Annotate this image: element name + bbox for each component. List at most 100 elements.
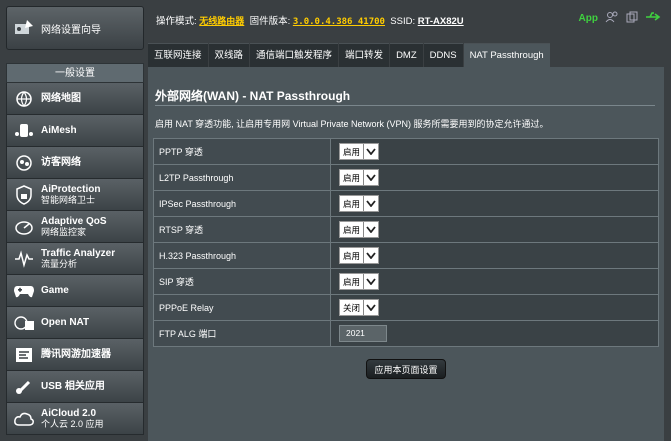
mode-link[interactable]: 无线路由器 <box>199 17 244 27</box>
sidebar-item-label: USB 相关应用 <box>41 381 105 392</box>
sidebar-item-subtitle: 流量分析 <box>41 258 78 269</box>
general-section-header: 一般设置 <box>6 63 144 83</box>
firmware-link[interactable]: 3.0.0.4.386_41700 <box>293 17 385 27</box>
users-icon[interactable] <box>605 11 619 26</box>
tab-0[interactable]: 互联网连接 <box>148 43 208 67</box>
sidebar-item-title: 腾讯网游加速器 <box>41 349 111 360</box>
sidebar-item-aimesh[interactable]: AiMesh <box>6 115 144 147</box>
gamepad-icon <box>7 283 41 299</box>
tab-2[interactable]: 通信端口触发程序 <box>250 43 339 67</box>
setting-select[interactable]: 关闭 <box>339 299 380 316</box>
setting-label: SIP 穿透 <box>153 268 331 295</box>
globe-icon <box>7 90 41 108</box>
sidebar-item-title: Traffic Analyzer <box>41 247 116 259</box>
setting-label: PPPoE Relay <box>153 294 331 321</box>
aimesh-icon <box>7 122 41 140</box>
sidebar-item-label: 腾讯网游加速器 <box>41 349 111 360</box>
setting-label: L2TP Passthrough <box>153 164 331 191</box>
top-icons: App <box>579 11 661 26</box>
sidebar-item-title: AiProtection <box>41 183 101 195</box>
usb-icon <box>7 378 41 396</box>
setting-select[interactable]: 启用 <box>339 273 380 290</box>
settings-row: L2TP Passthrough 启用 <box>153 164 659 191</box>
ssid-link[interactable]: RT-AX82U <box>418 16 464 27</box>
sidebar-item-usb[interactable]: USB 相关应用 <box>6 371 144 403</box>
settings-table: PPTP 穿透 启用 L2TP Passthrough 启用 IPSec Passthr… <box>153 138 659 347</box>
sidebar-item-title: AiCloud 2.0 <box>41 407 97 419</box>
app-link[interactable]: App <box>579 13 598 24</box>
sidebar-item-title: USB 相关应用 <box>41 381 105 392</box>
sidebar-item-waveform[interactable]: Traffic Analyzer 流量分析 <box>6 243 144 275</box>
setting-select[interactable]: 启用 <box>339 143 380 160</box>
sidebar-item-open-nat[interactable]: Open NAT <box>6 307 144 339</box>
sidebar-item-cloud[interactable]: AiCloud 2.0 个人云 2.0 应用 <box>6 403 144 435</box>
quick-setup-label: 网络设置向导 <box>41 24 101 36</box>
sidebar-item-title: Adaptive QoS <box>41 215 107 227</box>
sidebar-item-label: AiCloud 2.0 个人云 2.0 应用 <box>41 408 104 430</box>
select-value: 启用 <box>343 250 361 261</box>
sidebar-item-globe[interactable]: 网络地图 <box>6 83 144 115</box>
page-description: 启用 NAT 穿透功能, 让启用专用网 Virtual Private Netw… <box>155 119 549 129</box>
sidebar: 网络设置向导 一般设置 网络地图 AiMesh 访客网络 AiProtection 智能… <box>6 6 144 441</box>
sidebar-item-gauge[interactable]: Adaptive QoS 网络监控家 <box>6 211 144 243</box>
settings-row: SIP 穿透 启用 <box>153 268 659 295</box>
tab-4[interactable]: DMZ <box>390 43 423 67</box>
setting-select[interactable]: 启用 <box>339 195 380 212</box>
select-value: 启用 <box>343 172 361 183</box>
select-value: 启用 <box>343 146 361 157</box>
sidebar-item-label: Traffic Analyzer 流量分析 <box>41 248 115 270</box>
settings-row: PPPoE Relay 关闭 <box>153 294 659 321</box>
sidebar-item-label: AiMesh <box>41 125 77 136</box>
open-nat-icon <box>7 314 41 332</box>
sidebar-item-title: 网络地图 <box>41 93 81 104</box>
setting-select[interactable]: 启用 <box>339 247 380 264</box>
tab-3[interactable]: 端口转发 <box>339 43 390 67</box>
chevron-down-icon <box>363 300 378 315</box>
setting-select[interactable]: 启用 <box>339 221 380 238</box>
shield-lock-icon <box>7 184 41 205</box>
sidebar-item-title: AiMesh <box>41 125 77 136</box>
tab-1[interactable]: 双线路 <box>208 43 250 67</box>
sidebar-item-gamepad[interactable]: Game <box>6 275 144 307</box>
select-value: 启用 <box>343 224 361 235</box>
sidebar-item-label: AiProtection 智能网络卫士 <box>41 184 100 206</box>
chevron-down-icon <box>363 196 378 211</box>
chevron-down-icon <box>363 274 378 289</box>
copy-icon[interactable] <box>626 11 638 26</box>
cloud-icon <box>7 411 41 427</box>
select-value: 关闭 <box>343 302 361 313</box>
setting-select[interactable]: 启用 <box>339 169 380 186</box>
setting-value-cell: 关闭 <box>330 294 659 321</box>
chevron-down-icon <box>363 222 378 237</box>
sidebar-item-title: 访客网络 <box>41 157 81 168</box>
sidebar-item-title: Open NAT <box>41 317 90 328</box>
sidebar-item-guest-network[interactable]: 访客网络 <box>6 147 144 179</box>
settings-row: FTP ALG 端口 2021 <box>153 320 659 347</box>
sidebar-item-subtitle: 网络监控家 <box>41 226 87 237</box>
tab-5[interactable]: DDNS <box>423 43 463 67</box>
apply-button[interactable]: 应用本页面设置 <box>366 359 446 379</box>
sidebar-item-label: 网络地图 <box>41 93 81 104</box>
firmware-label: 固件版本: <box>249 16 291 27</box>
page-title: 外部网络(WAN) - NAT Passthrough <box>155 89 351 103</box>
usb-status-icon[interactable] <box>645 12 661 25</box>
setting-value-cell: 启用 <box>330 164 659 191</box>
select-value: 启用 <box>343 276 361 287</box>
sidebar-item-label: Open NAT <box>41 317 89 328</box>
setting-label: PPTP 穿透 <box>153 138 331 165</box>
chevron-down-icon <box>363 170 378 185</box>
quick-setup-button[interactable]: 网络设置向导 <box>6 6 144 50</box>
setting-value-cell: 启用 <box>330 216 659 243</box>
sidebar-item-shield-lock[interactable]: AiProtection 智能网络卫士 <box>6 179 144 211</box>
ftp-alg-port-input[interactable]: 2021 <box>339 325 387 342</box>
guest-network-icon <box>7 154 41 172</box>
status-line: 操作模式: 无线路由器 固件版本: 3.0.0.4.386_41700 SSID… <box>156 13 464 27</box>
setting-label: IPSec Passthrough <box>153 190 331 217</box>
setting-value-cell: 启用 <box>330 242 659 269</box>
sidebar-item-tencent-accelerator[interactable]: 腾讯网游加速器 <box>6 339 144 371</box>
tencent-accelerator-icon <box>7 346 41 364</box>
wizard-icon <box>7 18 41 38</box>
chevron-down-icon <box>363 144 378 159</box>
tab-6[interactable]: NAT Passthrough <box>463 43 550 67</box>
sidebar-item-label: 访客网络 <box>41 157 81 168</box>
